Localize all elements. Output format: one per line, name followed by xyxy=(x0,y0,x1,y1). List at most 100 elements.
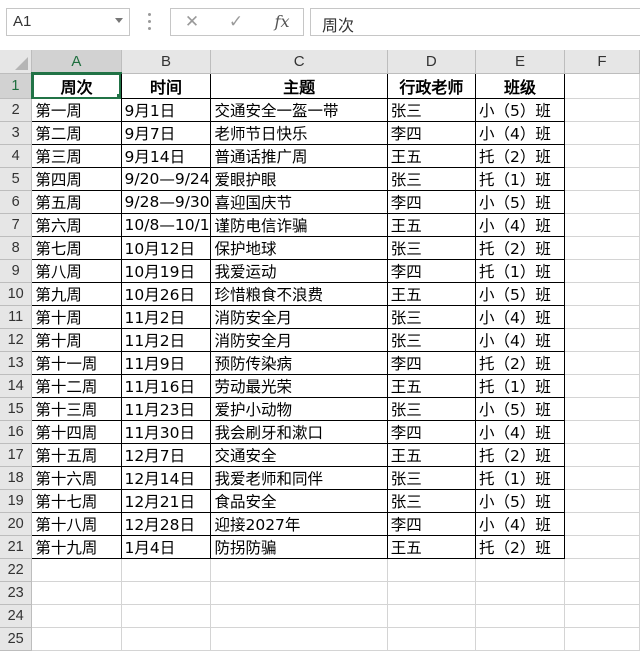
data-cell[interactable]: 托（2）班 xyxy=(474,351,565,375)
column-header-d[interactable]: D xyxy=(387,50,476,74)
data-cell[interactable]: 11月2日 xyxy=(120,305,212,329)
data-cell[interactable]: 李四 xyxy=(386,512,476,536)
enter-icon[interactable]: ✓ xyxy=(221,11,251,33)
row-header[interactable]: 12 xyxy=(0,328,33,352)
data-cell[interactable]: 预防传染病 xyxy=(210,351,388,375)
empty-cell[interactable] xyxy=(475,604,565,628)
insert-function-icon[interactable]: fx xyxy=(267,11,297,33)
row-header[interactable]: 25 xyxy=(0,627,33,651)
empty-cell[interactable] xyxy=(564,190,640,214)
empty-cell[interactable] xyxy=(564,259,640,283)
row-header[interactable]: 14 xyxy=(0,374,33,398)
data-cell[interactable]: 我爱运动 xyxy=(210,259,388,283)
row-header[interactable]: 3 xyxy=(0,121,33,145)
data-cell[interactable]: 李四 xyxy=(386,420,476,444)
row-header[interactable]: 23 xyxy=(0,581,33,605)
empty-cell[interactable] xyxy=(31,558,122,582)
data-cell[interactable]: 第十七周 xyxy=(31,489,122,513)
empty-cell[interactable] xyxy=(121,604,212,628)
row-header[interactable]: 8 xyxy=(0,236,33,260)
data-cell[interactable]: 防拐防骗 xyxy=(210,535,388,559)
data-cell[interactable]: 11月30日 xyxy=(120,420,212,444)
row-header[interactable]: 5 xyxy=(0,167,33,191)
data-cell[interactable]: 小（5）班 xyxy=(474,282,565,306)
data-cell[interactable]: 张三 xyxy=(386,167,476,191)
data-cell[interactable]: 李四 xyxy=(386,190,476,214)
empty-cell[interactable] xyxy=(475,627,565,651)
data-cell[interactable]: 第九周 xyxy=(31,282,122,306)
data-cell[interactable]: 12月7日 xyxy=(120,443,212,467)
data-cell[interactable]: 小（5）班 xyxy=(474,190,565,214)
data-cell[interactable]: 第五周 xyxy=(31,190,122,214)
header-cell[interactable]: 周次 xyxy=(31,72,122,99)
data-cell[interactable]: 10月12日 xyxy=(120,236,212,260)
empty-cell[interactable] xyxy=(564,121,640,145)
data-cell[interactable]: 第十三周 xyxy=(31,397,122,421)
empty-cell[interactable] xyxy=(564,73,640,99)
data-cell[interactable]: 第八周 xyxy=(31,259,122,283)
data-cell[interactable]: 10月19日 xyxy=(120,259,212,283)
name-box[interactable]: A1 xyxy=(6,8,130,36)
empty-cell[interactable] xyxy=(31,604,122,628)
column-header-c[interactable]: C xyxy=(210,50,388,74)
data-cell[interactable]: 张三 xyxy=(386,305,476,329)
data-cell[interactable]: 喜迎国庆节 xyxy=(210,190,388,214)
data-cell[interactable]: 托（1）班 xyxy=(474,466,565,490)
data-cell[interactable]: 张三 xyxy=(386,98,476,122)
empty-cell[interactable] xyxy=(564,397,640,421)
empty-cell[interactable] xyxy=(564,466,640,490)
data-cell[interactable]: 交通安全一盔一带 xyxy=(210,98,388,122)
data-cell[interactable]: 第二周 xyxy=(31,121,122,145)
cancel-icon[interactable]: ✕ xyxy=(177,11,207,33)
data-cell[interactable]: 10/8—10/1 xyxy=(120,213,212,237)
data-cell[interactable]: 我会刷牙和漱口 xyxy=(210,420,388,444)
data-cell[interactable]: 第六周 xyxy=(31,213,122,237)
row-header[interactable]: 15 xyxy=(0,397,33,421)
row-header[interactable]: 13 xyxy=(0,351,33,375)
empty-cell[interactable] xyxy=(564,144,640,168)
data-cell[interactable]: 王五 xyxy=(386,443,476,467)
data-cell[interactable]: 小（4）班 xyxy=(474,328,565,352)
data-cell[interactable]: 托（1）班 xyxy=(474,167,565,191)
data-cell[interactable]: 我爱老师和同伴 xyxy=(210,466,388,490)
row-header[interactable]: 11 xyxy=(0,305,33,329)
data-cell[interactable]: 劳动最光荣 xyxy=(210,374,388,398)
row-header[interactable]: 19 xyxy=(0,489,33,513)
data-cell[interactable]: 迎接2027年 xyxy=(210,512,388,536)
data-cell[interactable]: 消防安全月 xyxy=(210,305,388,329)
empty-cell[interactable] xyxy=(564,282,640,306)
data-cell[interactable]: 第十五周 xyxy=(31,443,122,467)
empty-cell[interactable] xyxy=(564,627,640,651)
data-cell[interactable]: 第十二周 xyxy=(31,374,122,398)
empty-cell[interactable] xyxy=(564,535,640,559)
data-cell[interactable]: 王五 xyxy=(386,144,476,168)
data-cell[interactable]: 12月14日 xyxy=(120,466,212,490)
empty-cell[interactable] xyxy=(564,420,640,444)
data-cell[interactable]: 第十一周 xyxy=(31,351,122,375)
empty-cell[interactable] xyxy=(564,98,640,122)
empty-cell[interactable] xyxy=(210,581,388,605)
data-cell[interactable]: 李四 xyxy=(386,351,476,375)
empty-cell[interactable] xyxy=(564,213,640,237)
data-cell[interactable]: 李四 xyxy=(386,121,476,145)
empty-cell[interactable] xyxy=(210,558,388,582)
empty-cell[interactable] xyxy=(387,604,476,628)
data-cell[interactable]: 第七周 xyxy=(31,236,122,260)
data-cell[interactable]: 王五 xyxy=(386,213,476,237)
empty-cell[interactable] xyxy=(387,581,476,605)
formula-input[interactable]: 周次 xyxy=(310,8,640,36)
data-cell[interactable]: 11月16日 xyxy=(120,374,212,398)
data-cell[interactable]: 小（4）班 xyxy=(474,512,565,536)
data-cell[interactable]: 小（4）班 xyxy=(474,121,565,145)
data-cell[interactable]: 老师节日快乐 xyxy=(210,121,388,145)
empty-cell[interactable] xyxy=(475,558,565,582)
column-header-e[interactable]: E xyxy=(475,50,565,74)
select-all-corner[interactable] xyxy=(0,50,33,74)
header-cell[interactable]: 行政老师 xyxy=(386,72,476,99)
empty-cell[interactable] xyxy=(564,236,640,260)
empty-cell[interactable] xyxy=(210,604,388,628)
row-header[interactable]: 2 xyxy=(0,98,33,122)
data-cell[interactable]: 第十周 xyxy=(31,305,122,329)
row-header[interactable]: 21 xyxy=(0,535,33,559)
chevron-down-icon[interactable] xyxy=(115,18,123,23)
